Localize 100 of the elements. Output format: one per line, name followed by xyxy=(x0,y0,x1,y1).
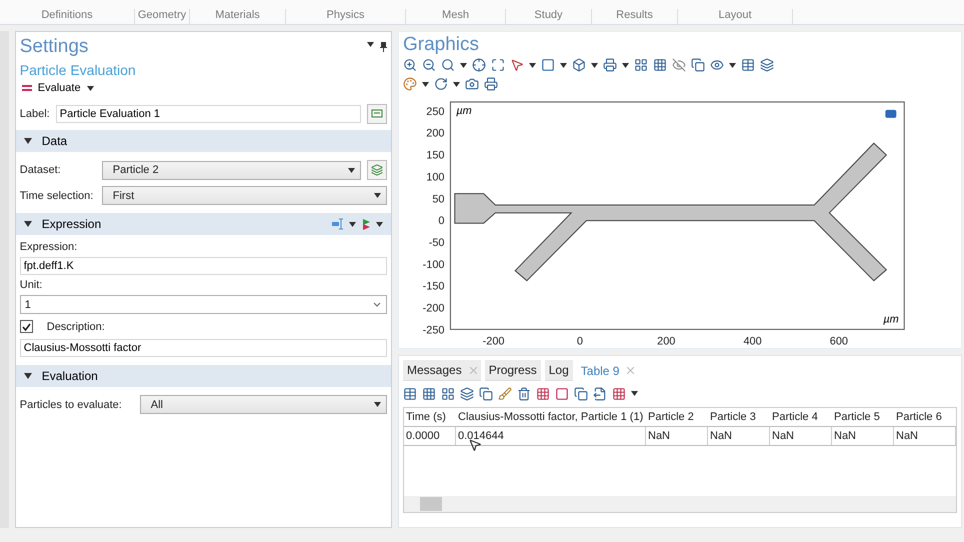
table-cell: 0.014644 xyxy=(456,427,646,445)
caret-icon xyxy=(591,62,598,68)
printer-icon[interactable] xyxy=(484,77,498,92)
pin-icon[interactable] xyxy=(380,42,387,52)
axis-tick-label: -200 xyxy=(422,302,444,314)
table-cell: NaN xyxy=(646,427,708,445)
layers-icon[interactable] xyxy=(460,386,474,400)
axis-tick-label: 200 xyxy=(657,335,676,346)
rotate-icon[interactable] xyxy=(434,77,448,92)
brush-icon[interactable] xyxy=(498,386,512,400)
particles-select[interactable]: All xyxy=(140,395,387,414)
grid-icon[interactable] xyxy=(612,386,626,400)
ribbon-group-label: Mesh xyxy=(406,9,506,24)
ribbon-group-label: Study xyxy=(506,9,592,24)
caret-icon xyxy=(374,402,381,407)
panel-tab[interactable]: Progress xyxy=(484,360,541,381)
copy-icon[interactable] xyxy=(691,58,705,72)
copy-icon[interactable] xyxy=(479,386,493,400)
export-icon[interactable] xyxy=(593,386,607,400)
caret-icon xyxy=(560,62,567,68)
eye-icon[interactable] xyxy=(710,58,724,72)
zoom-in-icon[interactable] xyxy=(403,58,417,72)
comment-icon xyxy=(371,108,383,120)
grid-icon[interactable] xyxy=(422,386,436,400)
table-icon[interactable] xyxy=(741,58,755,72)
caret-icon xyxy=(631,391,638,396)
channel-geometry[interactable] xyxy=(454,142,888,282)
grid-icon[interactable] xyxy=(634,58,648,72)
field-label: Time selection: xyxy=(20,190,94,202)
ribbon-group-label: Definitions xyxy=(0,9,135,24)
hide-icon[interactable] xyxy=(672,58,686,72)
camera-icon[interactable] xyxy=(465,77,479,92)
grid-icon[interactable] xyxy=(653,58,667,72)
dataset-select[interactable]: Particle 2 xyxy=(102,160,361,180)
trash-icon[interactable] xyxy=(517,386,531,400)
column-header: Particle 2 xyxy=(647,410,695,425)
axis-tick-label: 0 xyxy=(438,214,444,227)
axis-tick-label: -250 xyxy=(422,324,444,336)
square-icon[interactable] xyxy=(555,386,569,400)
field-label: Description: xyxy=(46,320,105,332)
evaluate-button[interactable]: Evaluate xyxy=(20,80,387,96)
panel-title: Settings xyxy=(20,36,88,58)
column-header: Particle 5 xyxy=(833,410,881,425)
panel-tab[interactable]: Messages xyxy=(403,360,481,381)
caret-icon xyxy=(374,193,381,198)
axis-unit-label: µm xyxy=(883,313,899,326)
description-checkbox[interactable] xyxy=(20,320,33,333)
comment-button[interactable] xyxy=(367,104,387,124)
zoom-extents-icon[interactable] xyxy=(491,58,505,72)
column-header: Particle 6 xyxy=(895,410,943,425)
column-header: Time (s) xyxy=(405,410,447,425)
axis-tick-label: -50 xyxy=(428,236,444,249)
axis-tick-label: 50 xyxy=(432,193,444,206)
table-cell: NaN xyxy=(708,427,770,445)
search-icon[interactable] xyxy=(441,58,455,72)
table-cell: 0.0000 xyxy=(404,427,456,445)
section-header[interactable]: Expression xyxy=(16,213,391,235)
label-field[interactable]: Particle Evaluation 1 xyxy=(56,105,361,123)
printer-icon[interactable] xyxy=(603,58,617,72)
crosshair-icon[interactable] xyxy=(472,58,486,72)
table-cell: NaN xyxy=(770,427,832,445)
axis-unit-label: µm xyxy=(456,104,472,117)
copy-icon[interactable] xyxy=(574,386,588,400)
zoom-out-icon[interactable] xyxy=(422,58,436,72)
square-icon[interactable] xyxy=(541,58,555,72)
column-header: Particle 4 xyxy=(771,410,819,425)
grid-icon[interactable] xyxy=(536,386,550,400)
field-label: Expression: xyxy=(20,241,78,253)
insert-expression-icon[interactable] xyxy=(331,218,345,230)
time-selection-select[interactable]: First xyxy=(102,186,387,205)
axis-tick-label: -150 xyxy=(422,280,444,292)
mouse-cursor-icon xyxy=(468,438,482,452)
layers-icon[interactable] xyxy=(760,58,774,72)
field-label: Particles to evaluate: xyxy=(20,398,123,410)
flag-icon[interactable] xyxy=(360,218,372,230)
unit-select[interactable]: 1 xyxy=(20,295,387,314)
axis-tick-label: 250 xyxy=(426,106,444,118)
panel-tab[interactable]: Log xyxy=(544,360,573,381)
dataset-button[interactable] xyxy=(367,160,387,180)
axis-tick-label: 0 xyxy=(576,335,583,346)
grid-icon[interactable] xyxy=(441,386,455,400)
section-header[interactable]: Evaluation xyxy=(16,365,391,387)
axis-tick-label: 100 xyxy=(426,171,444,184)
section-header[interactable]: Data xyxy=(16,130,391,152)
description-field[interactable]: Clausius-Mossotti factor xyxy=(20,339,387,357)
axis-tick-label: 200 xyxy=(426,127,444,140)
table-icon[interactable] xyxy=(403,386,417,400)
ribbon-group-label: Materials xyxy=(190,9,286,24)
horizontal-scrollbar[interactable] xyxy=(404,496,956,512)
caret-icon xyxy=(348,168,355,172)
chevron-icon xyxy=(373,302,381,307)
caret-icon xyxy=(349,222,356,226)
field-label: Unit: xyxy=(20,279,44,291)
collapse-icon xyxy=(24,221,32,227)
column-header: Particle 3 xyxy=(709,410,757,425)
expression-field[interactable]: fpt.deff1.K xyxy=(20,257,387,275)
caret-icon xyxy=(376,222,383,226)
box-icon[interactable] xyxy=(572,58,586,72)
axis-tick-label: 600 xyxy=(830,335,848,346)
palette-icon[interactable] xyxy=(403,77,417,92)
